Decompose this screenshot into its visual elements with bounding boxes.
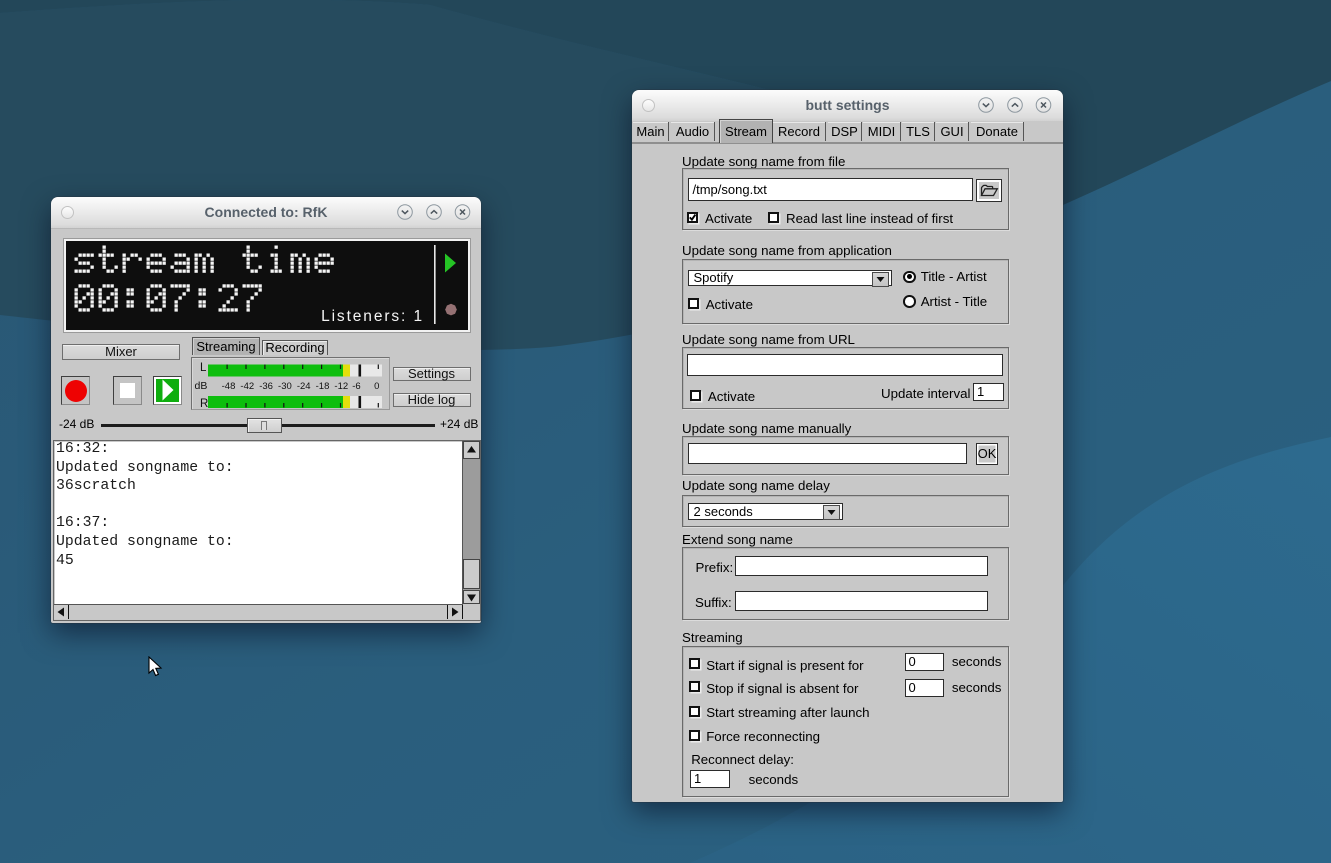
svg-text:-48: -48	[222, 381, 236, 392]
svg-text:R: R	[200, 398, 208, 409]
svg-text:-6: -6	[352, 381, 360, 392]
svg-text:dB: dB	[195, 380, 208, 392]
svg-text:-30: -30	[278, 381, 292, 392]
svg-text:-18: -18	[316, 381, 330, 392]
svg-text:-42: -42	[240, 381, 254, 392]
svg-text:-12: -12	[334, 381, 348, 392]
svg-text:-24: -24	[297, 381, 311, 392]
svg-text:L: L	[200, 362, 207, 374]
svg-text:Listeners: 1: Listeners: 1	[321, 308, 424, 325]
svg-text:0: 0	[374, 381, 379, 392]
svg-text:-36: -36	[259, 381, 273, 392]
